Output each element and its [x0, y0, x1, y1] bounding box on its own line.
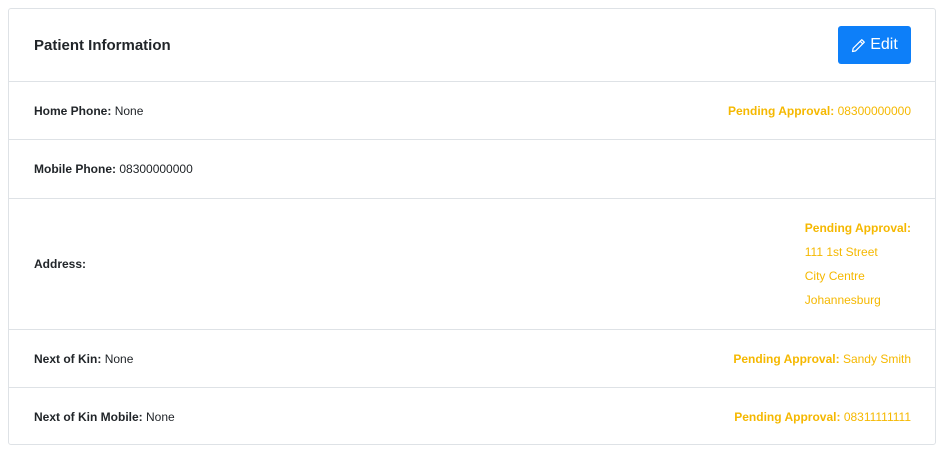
address-line-3: Johannesburg	[804, 293, 881, 307]
page-title: Patient Information	[34, 36, 171, 54]
address-line-2: City Centre	[804, 269, 865, 283]
pending-approval-label: Pending Approval:	[734, 409, 841, 424]
next-of-kin-value: None	[104, 351, 134, 366]
pending-approval-label: Pending Approval:	[728, 103, 835, 118]
pending-approval-value: 08311111111	[843, 409, 911, 424]
next-of-kin-pending: Pending Approval: Sandy Smith	[733, 352, 911, 366]
address-field: Address:	[34, 257, 86, 271]
next-of-kin-mobile-field: Next of Kin Mobile: None	[34, 410, 175, 424]
edit-button-label: Edit	[870, 36, 898, 53]
home-phone-label: Home Phone:	[34, 103, 112, 118]
next-of-kin-mobile-row: Next of Kin Mobile: None Pending Approva…	[9, 388, 935, 445]
edit-button[interactable]: Edit	[838, 26, 911, 64]
next-of-kin-mobile-pending: Pending Approval: 08311111111	[734, 410, 911, 424]
home-phone-value: None	[114, 103, 144, 118]
mobile-phone-value: 08300000000	[119, 162, 193, 176]
next-of-kin-label: Next of Kin:	[34, 351, 102, 366]
patient-information-card: Patient Information Edit Home Phone: Non…	[8, 8, 936, 445]
mobile-phone-label: Mobile Phone:	[34, 162, 116, 176]
address-label: Address:	[34, 257, 87, 271]
home-phone-field: Home Phone: None	[34, 104, 143, 118]
home-phone-row: Home Phone: None Pending Approval: 08300…	[9, 82, 935, 140]
card-header: Patient Information Edit	[9, 9, 935, 82]
address-line-1: 111 1st Street	[804, 245, 878, 259]
pending-approval-label: Pending Approval:	[733, 351, 840, 366]
address-pending: Pending Approval: 111 1st Street City Ce…	[805, 216, 911, 312]
pending-approval-value: 08300000000	[837, 103, 911, 118]
pending-approval-value: Sandy Smith	[842, 351, 911, 366]
address-row: Address: Pending Approval: 111 1st Stree…	[9, 199, 935, 330]
pencil-icon	[852, 38, 866, 52]
next-of-kin-row: Next of Kin: None Pending Approval: Sand…	[9, 330, 935, 388]
pending-approval-label: Pending Approval:	[804, 221, 911, 235]
mobile-phone-field: Mobile Phone: 08300000000	[34, 162, 193, 176]
next-of-kin-mobile-label: Next of Kin Mobile:	[34, 409, 143, 424]
next-of-kin-field: Next of Kin: None	[34, 352, 133, 366]
mobile-phone-row: Mobile Phone: 08300000000	[9, 140, 935, 199]
next-of-kin-mobile-value: None	[146, 409, 175, 424]
home-phone-pending: Pending Approval: 08300000000	[728, 104, 911, 118]
